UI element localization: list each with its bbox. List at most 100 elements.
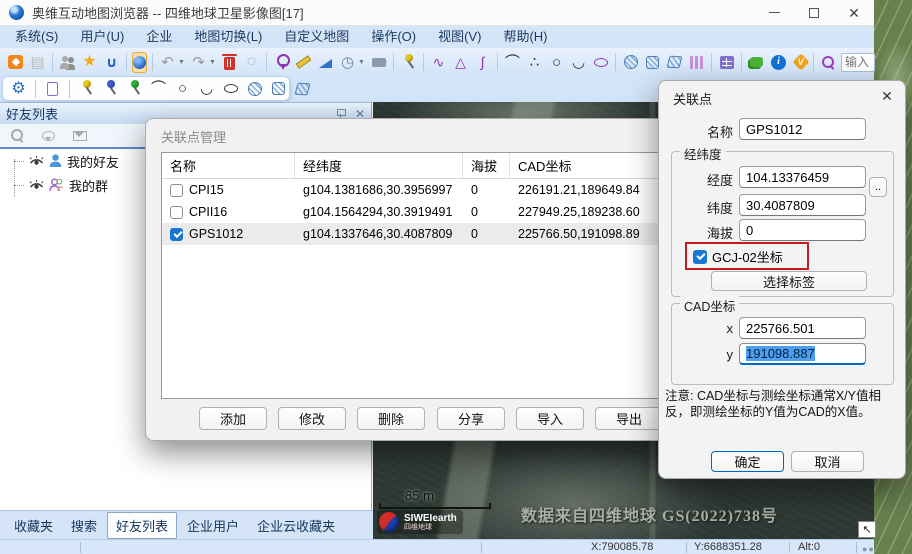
delete-button[interactable]: 删除 [357, 407, 425, 430]
delete-trash-icon[interactable] [220, 53, 239, 72]
menu-operation[interactable]: 操作(O) [360, 26, 427, 48]
pushpin-blue-icon[interactable] [101, 79, 120, 98]
import-button[interactable]: 导入 [516, 407, 584, 430]
table-row[interactable]: CPII16 g104.1564294,30.3919491 0 227949.… [162, 201, 662, 223]
document-icon[interactable] [43, 79, 62, 98]
tab-friends-list[interactable]: 好友列表 [107, 512, 177, 539]
circle-icon[interactable]: ○ [547, 53, 566, 72]
export-button[interactable]: 导出 [595, 407, 663, 430]
curve-arc2-icon[interactable]: ◡ [197, 79, 216, 98]
cancel-button[interactable]: 取消 [791, 451, 864, 472]
color-bars-icon[interactable] [687, 53, 706, 72]
ruler-icon[interactable] [294, 53, 313, 72]
select-tag-button[interactable]: 选择标签 [711, 271, 867, 291]
row-checkbox[interactable] [170, 184, 183, 197]
redo-icon[interactable]: ↷ [189, 53, 208, 72]
undo-dropdown-icon[interactable]: ▼ [178, 59, 186, 66]
menu-help[interactable]: 帮助(H) [492, 26, 558, 48]
row-checkbox-checked[interactable] [170, 228, 183, 241]
tab-search[interactable]: 搜索 [63, 513, 105, 538]
message-chat-icon[interactable] [747, 53, 766, 72]
row-checkbox[interactable] [170, 206, 183, 219]
more-coords-button[interactable]: .. [869, 177, 887, 197]
curve-arc-icon[interactable]: ◡ [569, 53, 588, 72]
menu-custom-map[interactable]: 自定义地图 [273, 26, 360, 48]
camera-icon[interactable] [369, 53, 388, 72]
dock-pin-icon[interactable] [336, 109, 345, 119]
friend-chat-icon[interactable] [39, 126, 58, 145]
arc-icon[interactable]: ⌒ [503, 53, 522, 72]
cad-y-input-focused[interactable]: 191098.887 [739, 343, 866, 365]
lasso-select-icon[interactable]: ◌ [242, 53, 261, 72]
save-icon[interactable]: ▤ [28, 53, 47, 72]
pan-corner-button[interactable]: ↖ [858, 521, 876, 538]
polygon-triangle-icon[interactable]: △ [451, 53, 470, 72]
tab-enterprise-users[interactable]: 企业用户 [179, 513, 247, 538]
col-name[interactable]: 名称 [162, 153, 295, 178]
favorite-star-icon[interactable]: ★ [80, 53, 99, 72]
col-altitude[interactable]: 海拔 [463, 153, 510, 178]
longitude-input[interactable] [739, 166, 866, 188]
resize-grip-icon[interactable]: ●● [862, 544, 875, 554]
tab-enterprise-cloud[interactable]: 企业云收藏夹 [249, 513, 343, 538]
redo-dropdown-icon[interactable]: ▼ [209, 59, 217, 66]
hatched-circle2-icon[interactable] [245, 79, 264, 98]
info-icon[interactable]: i [769, 53, 788, 72]
arc2-icon[interactable]: ⌒ [149, 79, 168, 98]
pushpin-green-icon[interactable] [125, 79, 144, 98]
table-row-selected[interactable]: GPS1012 g104.1337646,30.4087809 0 225766… [162, 223, 662, 245]
menu-user[interactable]: 用户(U) [69, 26, 135, 48]
hatched-rect-icon[interactable] [643, 53, 662, 72]
history-clock-icon[interactable]: ◷ [338, 53, 357, 72]
freehand-curve-icon[interactable]: ∫ [473, 53, 492, 72]
multipoint-icon[interactable]: ∴ [525, 53, 544, 72]
menu-enterprise[interactable]: 企业 [135, 26, 183, 48]
hatched-rect2-icon[interactable] [269, 79, 288, 98]
search-icon[interactable] [819, 53, 838, 72]
tab-favorites[interactable]: 收藏夹 [6, 513, 61, 538]
data-table-icon[interactable] [717, 53, 736, 72]
menu-view[interactable]: 视图(V) [427, 26, 492, 48]
col-cad[interactable]: CAD坐标 [510, 153, 662, 178]
menu-map-switch[interactable]: 地图切换(L) [183, 26, 273, 48]
hatched-polygon-icon[interactable] [665, 53, 684, 72]
toolbar-search-input[interactable] [841, 53, 875, 72]
location-pin-icon[interactable] [272, 53, 291, 72]
new-icon[interactable] [6, 53, 25, 72]
pushpin-dart-icon[interactable] [399, 53, 418, 72]
friend-search-icon[interactable] [8, 126, 27, 145]
settings-gear-icon[interactable]: ⚙ [9, 79, 28, 98]
col-lonlat[interactable]: 经纬度 [295, 153, 463, 178]
route-uturn-icon[interactable]: ∪ [102, 53, 121, 72]
vip-diamond-icon[interactable]: V [791, 53, 810, 72]
name-input[interactable] [739, 118, 866, 140]
friend-mail-icon[interactable] [70, 126, 89, 145]
ellipse-icon[interactable] [591, 53, 610, 72]
modify-button[interactable]: 修改 [278, 407, 346, 430]
dialog-close-icon[interactable]: ✕ [878, 87, 896, 105]
latitude-input[interactable] [739, 194, 866, 216]
minimize-button[interactable] [754, 0, 794, 25]
visibility-eye-icon[interactable] [29, 155, 44, 168]
ellipse2-icon[interactable] [221, 79, 240, 98]
contacts-icon[interactable] [58, 53, 77, 72]
maximize-button[interactable] [794, 0, 834, 25]
view-3d-icon[interactable] [132, 52, 147, 73]
undo-icon[interactable]: ↶ [158, 53, 177, 72]
close-button[interactable]: ✕ [834, 0, 874, 25]
history-dropdown-icon[interactable]: ▼ [358, 59, 366, 66]
cad-x-input[interactable] [739, 317, 866, 339]
hatched-circle-icon[interactable] [621, 53, 640, 72]
altitude-input[interactable] [739, 219, 866, 241]
share-button[interactable]: 分享 [437, 407, 505, 430]
pushpin-yellow-icon[interactable] [77, 79, 96, 98]
ok-button[interactable]: 确定 [711, 451, 784, 472]
add-button[interactable]: 添加 [199, 407, 267, 430]
circle2-icon[interactable]: ○ [173, 79, 192, 98]
visibility-eye-icon[interactable] [29, 179, 44, 192]
menu-system[interactable]: 系统(S) [4, 26, 69, 48]
table-row[interactable]: CPI15 g104.1381686,30.3956997 0 226191.2… [162, 179, 662, 201]
polyline-wave-icon[interactable]: ∿ [429, 53, 448, 72]
hatched-polygon2-icon[interactable] [293, 79, 312, 98]
area-measure-icon[interactable] [316, 53, 335, 72]
